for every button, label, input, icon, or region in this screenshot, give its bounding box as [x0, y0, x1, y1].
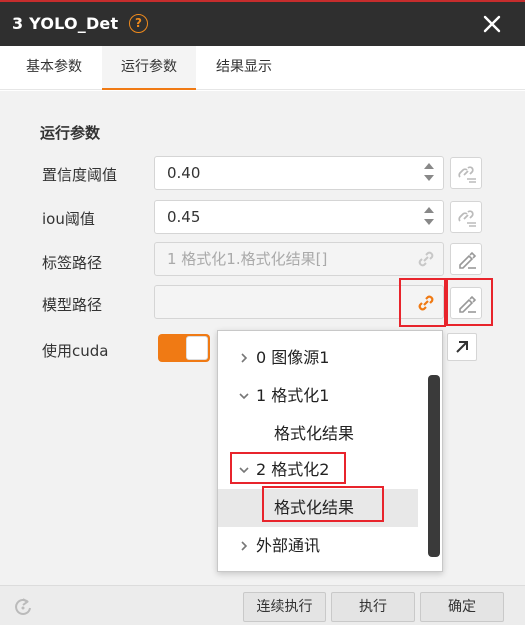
chevron-down-icon — [239, 393, 249, 400]
window-title: 3 YOLO_Det — [12, 14, 119, 33]
source-dropdown: 0 图像源1 1 格式化1 格式化结果 2 格式化2 格式化结果 外部通讯 — [217, 330, 443, 572]
confidence-spinner[interactable] — [424, 163, 434, 183]
iou-spinner[interactable] — [424, 207, 434, 227]
iou-link-button[interactable] — [450, 201, 482, 233]
dropdown-scrollbar[interactable] — [428, 375, 440, 557]
iou-label: iou阈值 — [42, 210, 95, 228]
close-icon[interactable] — [480, 12, 504, 36]
refresh-icon[interactable] — [12, 596, 34, 618]
link-edit-icon — [458, 166, 476, 183]
use-cuda-label: 使用cuda — [42, 342, 109, 360]
continuous-run-button[interactable]: 连续执行 — [243, 592, 326, 622]
tab-basic-params[interactable]: 基本参数 — [10, 46, 98, 90]
tree-item-external-comm[interactable]: 外部通讯 — [218, 527, 444, 565]
chevron-right-icon — [241, 541, 248, 551]
tree-item-label: 外部通讯 — [256, 536, 321, 555]
confidence-label: 置信度阈值 — [42, 166, 118, 184]
tab-bar: 基本参数 运行参数 结果显示 — [0, 46, 525, 90]
spin-down-icon[interactable] — [424, 175, 434, 181]
section-title: 运行参数 — [40, 124, 101, 142]
footer-bar: 连续执行 执行 确定 — [0, 585, 525, 625]
label-path-edit-button[interactable] — [450, 243, 482, 275]
tree-item-format1[interactable]: 1 格式化1 — [218, 377, 444, 415]
iou-value: 0.45 — [167, 208, 201, 226]
tree-item-label: 0 图像源1 — [256, 348, 330, 367]
spin-up-icon[interactable] — [424, 163, 434, 169]
confidence-input[interactable]: 0.40 — [154, 156, 444, 190]
tree-item-format1-result[interactable]: 格式化结果 — [218, 415, 444, 453]
arrow-up-right-icon — [456, 341, 468, 353]
spin-up-icon[interactable] — [424, 207, 434, 213]
model-path-label: 模型路径 — [42, 296, 103, 314]
highlight-model-link — [399, 278, 446, 327]
spin-down-icon[interactable] — [424, 219, 434, 225]
tab-result-display[interactable]: 结果显示 — [200, 46, 288, 90]
help-icon[interactable]: ? — [129, 14, 148, 33]
highlight-format2-result — [262, 486, 384, 522]
confidence-value: 0.40 — [167, 164, 201, 182]
iou-input[interactable]: 0.45 — [154, 200, 444, 234]
run-button[interactable]: 执行 — [331, 592, 415, 622]
open-external-button[interactable] — [447, 333, 477, 361]
confidence-link-button[interactable] — [450, 157, 482, 189]
label-path-value: 1 格式化1.格式化结果[] — [167, 250, 328, 268]
title-bar: 3 YOLO_Det ? — [0, 2, 525, 46]
tree-item-label: 1 格式化1 — [256, 386, 330, 405]
link-edit-icon — [458, 210, 476, 227]
highlight-format2 — [230, 452, 346, 484]
tab-run-params[interactable]: 运行参数 — [102, 46, 196, 90]
use-cuda-toggle[interactable] — [158, 334, 210, 362]
toggle-knob — [186, 336, 208, 360]
tree-item-label: 格式化结果 — [274, 424, 355, 443]
confirm-button[interactable]: 确定 — [420, 592, 504, 622]
label-path-input[interactable]: 1 格式化1.格式化结果[] — [154, 242, 444, 276]
label-path-label: 标签路径 — [42, 254, 103, 272]
highlight-model-edit — [446, 278, 493, 326]
chevron-right-icon — [241, 353, 248, 363]
tree-item-image-source[interactable]: 0 图像源1 — [218, 339, 444, 377]
edit-pen-icon — [459, 251, 477, 269]
link-icon[interactable] — [415, 248, 437, 270]
